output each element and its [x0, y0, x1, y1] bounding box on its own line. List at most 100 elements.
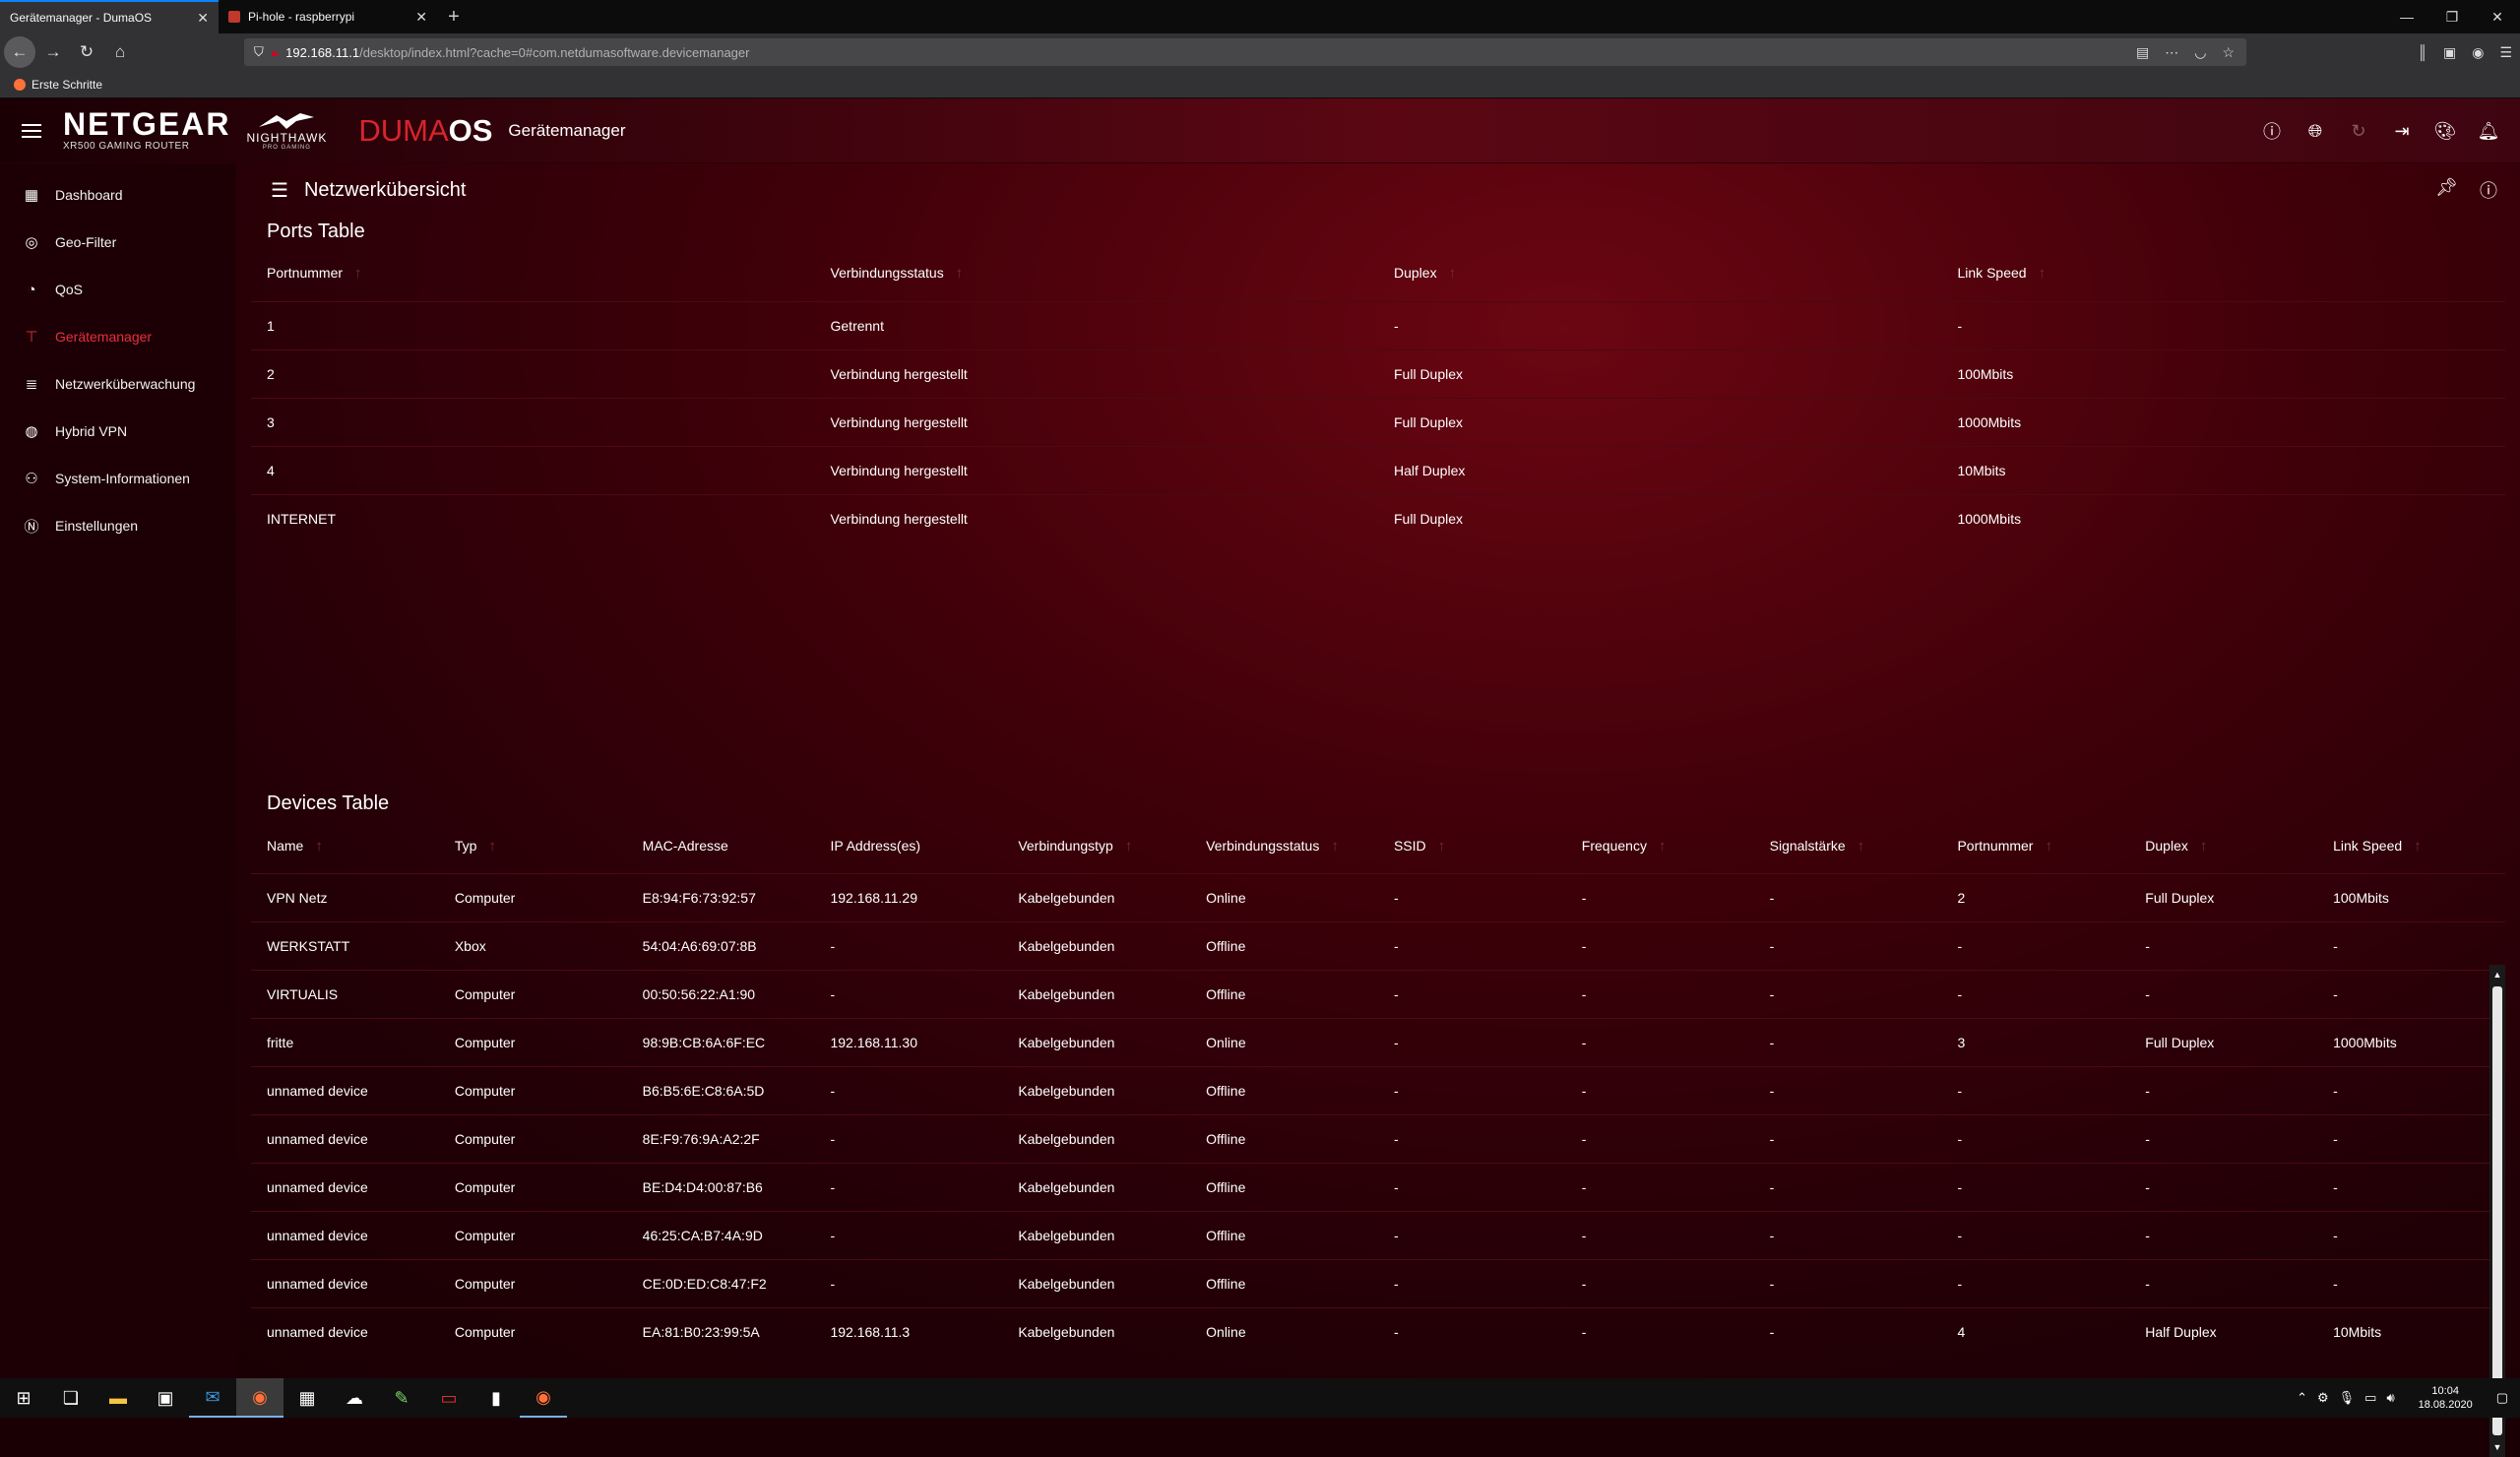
table-row[interactable]: unnamed device Computer CE:0D:ED:C8:47:F2-…	[251, 1259, 2505, 1308]
notifications-icon[interactable]: ▢	[2496, 1390, 2508, 1406]
sort-arrow-icon[interactable]: ↑	[956, 265, 964, 282]
sort-arrow-icon[interactable]: ↑	[354, 265, 362, 282]
column-header[interactable]: Verbindungsstatus ↑	[815, 246, 1379, 301]
sort-arrow-icon[interactable]: ↑	[2200, 838, 2208, 855]
sidebar-item-system-informationen[interactable]: ⚇ System-Informationen	[0, 455, 236, 502]
bell-icon[interactable]: 🔔︎	[2478, 121, 2500, 141]
sidebar-toggle-icon[interactable]: ▣	[2443, 44, 2456, 61]
close-icon[interactable]: ✕	[197, 10, 209, 27]
table-row[interactable]: unnamed device Computer BE:D4:D4:00:87:B6-…	[251, 1163, 2505, 1212]
column-header[interactable]: Duplex ↑	[1378, 246, 1942, 301]
table-row[interactable]: fritte Computer 98:9B:CB:6A:6F:EC 192.168.1…	[251, 1018, 2505, 1067]
sort-arrow-icon[interactable]: ↑	[1858, 838, 1865, 855]
sort-arrow-icon[interactable]: ↑	[1449, 265, 1457, 282]
wifi-icon[interactable]: ▭	[2364, 1390, 2376, 1406]
minimize-button[interactable]: —	[2384, 0, 2429, 33]
app-icon[interactable]: ☁	[331, 1378, 378, 1418]
column-header[interactable]: Typ ↑	[439, 818, 627, 873]
sort-arrow-icon[interactable]: ↑	[488, 838, 496, 855]
sidebar-item-einstellungen[interactable]: Ⓝ Einstellungen	[0, 502, 236, 549]
clock[interactable]: 10:04 18.08.2020	[2419, 1384, 2473, 1412]
table-row[interactable]: VPN Netz Computer E8:94:F6:73:92:57 192.168…	[251, 873, 2505, 922]
sidebar-item-qos[interactable]: ◔ QoS	[0, 266, 236, 313]
table-row[interactable]: 4 Verbindung hergestellt Half Duplex 10Mbit…	[251, 445, 2505, 494]
task-view-icon[interactable]: ❏	[47, 1378, 94, 1418]
close-icon[interactable]: ✕	[415, 9, 427, 26]
mic-icon[interactable]: 🎙︎	[2339, 1390, 2356, 1406]
pin-icon[interactable]: 📌︎	[2435, 177, 2458, 203]
table-row[interactable]: 2 Verbindung hergestellt Full Duplex 100Mbi…	[251, 348, 2505, 398]
table-row[interactable]: unnamed device Computer B6:B5:6E:C8:6A:5D -…	[251, 1066, 2505, 1115]
table-row[interactable]: WERKSTATT Xbox 54:04:A6:69:07:8B - Kabelgebu…	[251, 921, 2505, 971]
column-header[interactable]: Frequency ↑	[1566, 818, 1754, 873]
sort-arrow-icon[interactable]: ↑	[2414, 838, 2422, 855]
table-row[interactable]: unnamed device Computer 46:25:CA:B7:4A:9D -…	[251, 1211, 2505, 1260]
menu-icon[interactable]	[22, 123, 41, 138]
table-row[interactable]: unnamed device Computer 8E:F9:76:9A:A2:2F -…	[251, 1114, 2505, 1164]
notepad-icon[interactable]: ✎	[378, 1378, 425, 1418]
network-icon[interactable]: ⚙	[2317, 1390, 2329, 1406]
browser-tab-pihole[interactable]: Pi-hole - raspberrypi ✕	[219, 0, 437, 33]
back-button[interactable]: ←	[4, 36, 35, 68]
reader-view-icon[interactable]: ▤	[2136, 44, 2149, 61]
firefox-window-icon[interactable]: ◉	[520, 1378, 567, 1418]
forward-button[interactable]: →	[37, 36, 69, 68]
close-window-button[interactable]: ✕	[2475, 0, 2520, 33]
bookmark-star-icon[interactable]: ☆	[2222, 44, 2235, 61]
table-row[interactable]: 3 Verbindung hergestellt Full Duplex 1000Mb…	[251, 397, 2505, 446]
mail-icon[interactable]: ✉	[189, 1378, 236, 1418]
sidebar-item-dashboard[interactable]: ▦ Dashboard	[0, 171, 236, 219]
palette-icon[interactable]: 🎨︎	[2434, 121, 2457, 141]
insecure-lock-icon[interactable]: 🔒︎	[272, 45, 278, 60]
shield-icon[interactable]: ⛉	[254, 44, 264, 60]
column-header[interactable]: IP Address(es)	[814, 818, 1002, 873]
page-actions-icon[interactable]: ⋯	[2165, 44, 2178, 61]
sidebar-item-geraetemanager[interactable]: ⊤ Gerätemanager	[0, 313, 236, 360]
sort-arrow-icon[interactable]: ↑	[2039, 265, 2047, 282]
panel-menu-icon[interactable]: ☰	[271, 178, 288, 203]
sidebar-item-hybrid-vpn[interactable]: ◍ Hybrid VPN	[0, 408, 236, 455]
terminal-icon[interactable]: ▮	[472, 1378, 520, 1418]
account-icon[interactable]: ◉	[2472, 44, 2484, 61]
column-header[interactable]: Portnummer ↑	[1941, 818, 2129, 873]
column-header[interactable]: Duplex ↑	[2129, 818, 2317, 873]
column-header[interactable]: Name ↑	[251, 818, 439, 873]
sort-arrow-icon[interactable]: ↑	[1438, 838, 1446, 855]
globe-icon[interactable]: 🌐︎	[2305, 121, 2325, 141]
column-header[interactable]: Signalstärke ↑	[1754, 818, 1942, 873]
file-explorer-icon[interactable]: ▬	[94, 1378, 142, 1418]
volume-icon[interactable]: 🔊︎	[2386, 1390, 2394, 1406]
library-icon[interactable]: ║	[2418, 44, 2427, 61]
column-header[interactable]: Verbindungsstatus ↑	[1190, 818, 1378, 873]
logout-icon[interactable]: ⇥	[2392, 121, 2412, 141]
reload-button[interactable]: ↻	[71, 36, 102, 68]
calculator-icon[interactable]: ▦	[284, 1378, 331, 1418]
pocket-icon[interactable]: ◡	[2194, 44, 2206, 61]
store-icon[interactable]: ▣	[142, 1378, 189, 1418]
scroll-down-icon[interactable]: ▼	[2489, 1439, 2505, 1455]
menu-icon[interactable]: ☰	[2499, 44, 2512, 61]
chevron-up-icon[interactable]: ⌃	[2297, 1390, 2307, 1406]
sort-arrow-icon[interactable]: ↑	[1125, 838, 1133, 855]
column-header[interactable]: Link Speed ↑	[2317, 818, 2505, 873]
bookmark-erste-schritte[interactable]: Erste Schritte	[32, 78, 102, 92]
table-row[interactable]: INTERNET Verbindung hergestellt Full Duple…	[251, 493, 2505, 542]
windows-start-icon[interactable]: ⊞	[0, 1378, 47, 1418]
column-header[interactable]: Link Speed ↑	[1942, 246, 2506, 301]
column-header[interactable]: Portnummer ↑	[251, 246, 815, 301]
help-icon[interactable]: ⓘ	[2480, 177, 2497, 203]
sort-arrow-icon[interactable]: ↑	[315, 838, 323, 855]
devices-table-scroll[interactable]: VPN Netz Computer E8:94:F6:73:92:57 192.168…	[251, 873, 2505, 1365]
sort-arrow-icon[interactable]: ↑	[1331, 838, 1339, 855]
sidebar-item-geo-filter[interactable]: ◎ Geo-Filter	[0, 219, 236, 266]
remote-app-icon[interactable]: ▭	[425, 1378, 472, 1418]
table-row[interactable]: 1 Getrennt - -	[251, 300, 2505, 349]
info-icon[interactable]: ⓘ	[2262, 121, 2282, 142]
table-row[interactable]: unnamed device Computer EA:81:B0:23:99:5A 1…	[251, 1307, 2505, 1357]
column-header[interactable]: Verbindungstyp ↑	[1002, 818, 1190, 873]
sidebar-item-netzwerkueberwachung[interactable]: ≣ Netzwerküberwachung	[0, 360, 236, 408]
refresh-icon[interactable]: ↻	[2349, 121, 2368, 141]
new-tab-button[interactable]: +	[437, 0, 471, 33]
column-header[interactable]: SSID ↑	[1378, 818, 1566, 873]
sort-arrow-icon[interactable]: ↑	[1659, 838, 1667, 855]
